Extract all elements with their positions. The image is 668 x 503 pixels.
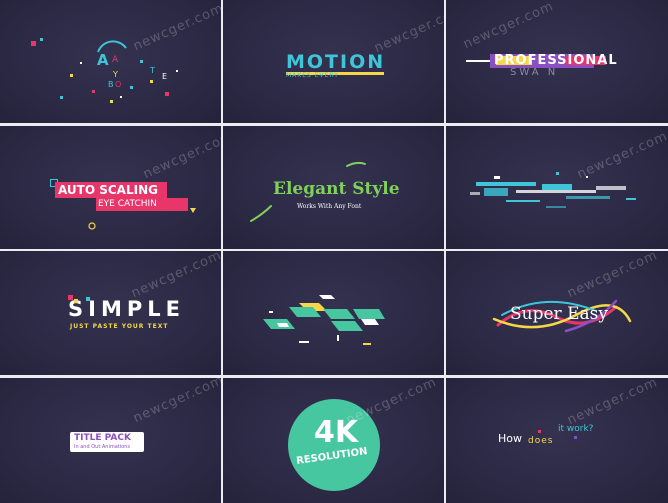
letter-o: O <box>115 80 122 89</box>
elegant-title: Elegant Style <box>273 178 400 199</box>
letter-a-small: A <box>112 55 119 65</box>
watermark: newcger.com <box>461 0 557 53</box>
thumbnail-grid: A A Y T E B O newcger.com MOTION MAKES E… <box>0 0 668 503</box>
letter-e: E <box>162 72 168 81</box>
tile-super-easy[interactable]: Super Easy newcger.com <box>446 251 668 376</box>
tile-glitch[interactable]: newcger.com <box>446 125 668 249</box>
tile-professional[interactable]: PROFESSIONAL SWA N newcger.com <box>446 0 668 123</box>
tile-elegant-style[interactable]: Elegant Style Works With Any Font <box>223 125 444 249</box>
professional-title: PROFESSIONAL <box>494 53 618 68</box>
simple-subtitle: JUST PASTE YOUR TEXT <box>70 323 169 331</box>
watermark: newcger.com <box>344 377 440 428</box>
watermark: newcger.com <box>131 377 221 426</box>
tile-title-pack[interactable]: TITLE PACK In and Out Animations newcger… <box>0 377 221 503</box>
letter-a-large: A <box>97 51 109 69</box>
tile-4k[interactable]: 4K RESOLUTION newcger.com <box>223 377 444 503</box>
tile-letters-scatter[interactable]: A A Y T E B O newcger.com <box>0 0 221 123</box>
letter-y: Y <box>113 70 118 79</box>
tile-auto-scaling[interactable]: AUTO SCALING EYE CATCHIN newcger.com <box>0 125 221 249</box>
tile-how-does-it-work[interactable]: How does it work? newcger.com <box>446 377 668 503</box>
letter-b: B <box>108 80 114 89</box>
title-pack-subtitle: In and Out Animations <box>74 443 130 450</box>
tile-motion[interactable]: MOTION MAKES EVERY newcger.com <box>223 0 444 123</box>
tile-shapes[interactable] <box>223 251 444 376</box>
super-easy-title: Super Easy <box>510 304 608 325</box>
motion-title: MOTION <box>286 51 386 73</box>
elegant-subtitle: Works With Any Font <box>297 202 362 210</box>
shapes-art <box>263 295 385 346</box>
letter-t: T <box>150 66 155 75</box>
title-pack-title: TITLE PACK <box>74 432 131 443</box>
tile-simple[interactable]: SIMPLE JUST PASTE YOUR TEXT newcger.com <box>0 251 221 376</box>
professional-subtitle: SWA N <box>510 67 559 78</box>
watermark: newcger.com <box>372 2 444 57</box>
motion-subtitle: MAKES EVERY <box>286 72 339 79</box>
auto-scaling-deco <box>88 207 196 230</box>
